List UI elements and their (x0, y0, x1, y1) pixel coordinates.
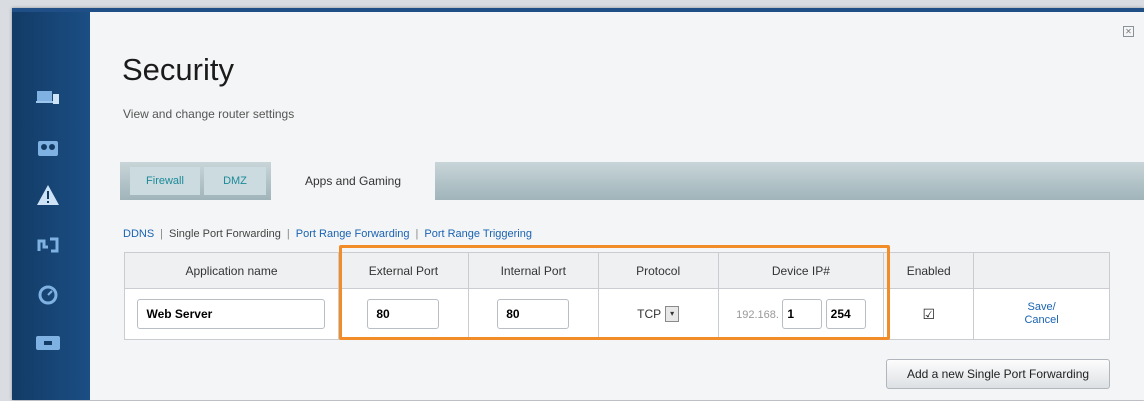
add-single-port-forwarding-button[interactable]: Add a new Single Port Forwarding (886, 359, 1110, 389)
internal-port-input[interactable] (497, 299, 570, 329)
header-protocol: Protocol (597, 252, 719, 289)
protocol-select[interactable]: TCP ▾ (637, 306, 680, 322)
protocol-value: TCP (637, 307, 662, 321)
table-header-row: Application name External Port Internal … (124, 252, 1110, 289)
cell-enabled: ☑ (883, 288, 975, 340)
save-link[interactable]: Save/ (975, 301, 1108, 314)
cell-application-name (124, 288, 339, 340)
ip-octet-3-input[interactable] (782, 299, 823, 329)
cancel-link[interactable]: Cancel (975, 314, 1108, 327)
devices-icon[interactable] (34, 87, 62, 109)
link-port-range-triggering[interactable]: Port Range Triggering (424, 228, 532, 240)
ip-prefix: 192.168. (736, 309, 779, 321)
parental-controls-icon[interactable] (34, 136, 62, 158)
header-internal-port: Internal Port (467, 252, 599, 289)
link-single-port-forwarding: Single Port Forwarding (169, 228, 281, 240)
port-forwarding-table: Application name External Port Internal … (124, 252, 1110, 340)
cell-actions: Save/ Cancel (973, 288, 1110, 340)
cell-internal-port (467, 288, 599, 340)
application-name-input[interactable] (137, 299, 326, 329)
save-cancel-link[interactable]: Save/ Cancel (975, 301, 1108, 327)
close-icon[interactable]: ✕ (1123, 26, 1134, 37)
bandwidth-icon[interactable] (34, 234, 62, 256)
separator: | (415, 228, 419, 240)
external-storage-icon[interactable] (34, 332, 62, 354)
tab-dmz[interactable]: DMZ (204, 167, 266, 195)
table-row: TCP ▾ 192.168. ☑ Save/ Cancel (124, 288, 1110, 340)
separator: | (286, 228, 290, 240)
warning-icon[interactable] (34, 184, 62, 206)
tab-firewall[interactable]: Firewall (130, 167, 200, 195)
link-ddns[interactable]: DDNS (123, 228, 154, 240)
chevron-down-icon[interactable]: ▾ (665, 306, 680, 322)
header-external-port: External Port (337, 252, 469, 289)
ip-octet-4-input[interactable] (825, 299, 866, 329)
external-port-input[interactable] (367, 299, 440, 329)
sidebar (12, 12, 90, 400)
router-window: ✕ Security View and change router settin… (12, 8, 1144, 400)
cell-protocol: TCP ▾ (597, 288, 719, 340)
tab-apps-and-gaming[interactable]: Apps and Gaming (271, 162, 435, 200)
header-application-name: Application name (124, 252, 339, 289)
cell-external-port (337, 288, 469, 340)
speed-test-icon[interactable] (34, 284, 62, 306)
page-title: Security (122, 52, 234, 87)
enabled-checkbox[interactable]: ☑ (922, 306, 935, 323)
header-enabled: Enabled (883, 252, 975, 289)
header-device-ip: Device IP# (717, 252, 885, 289)
cell-device-ip: 192.168. (717, 288, 885, 340)
separator: | (160, 228, 164, 240)
sub-navigation: DDNS | Single Port Forwarding | Port Range F… (123, 228, 532, 240)
link-port-range-forwarding[interactable]: Port Range Forwarding (296, 228, 410, 240)
header-actions (973, 252, 1110, 289)
page-subtitle: View and change router settings (123, 107, 295, 121)
tab-bar: Firewall DMZ Apps and Gaming (120, 162, 1144, 200)
